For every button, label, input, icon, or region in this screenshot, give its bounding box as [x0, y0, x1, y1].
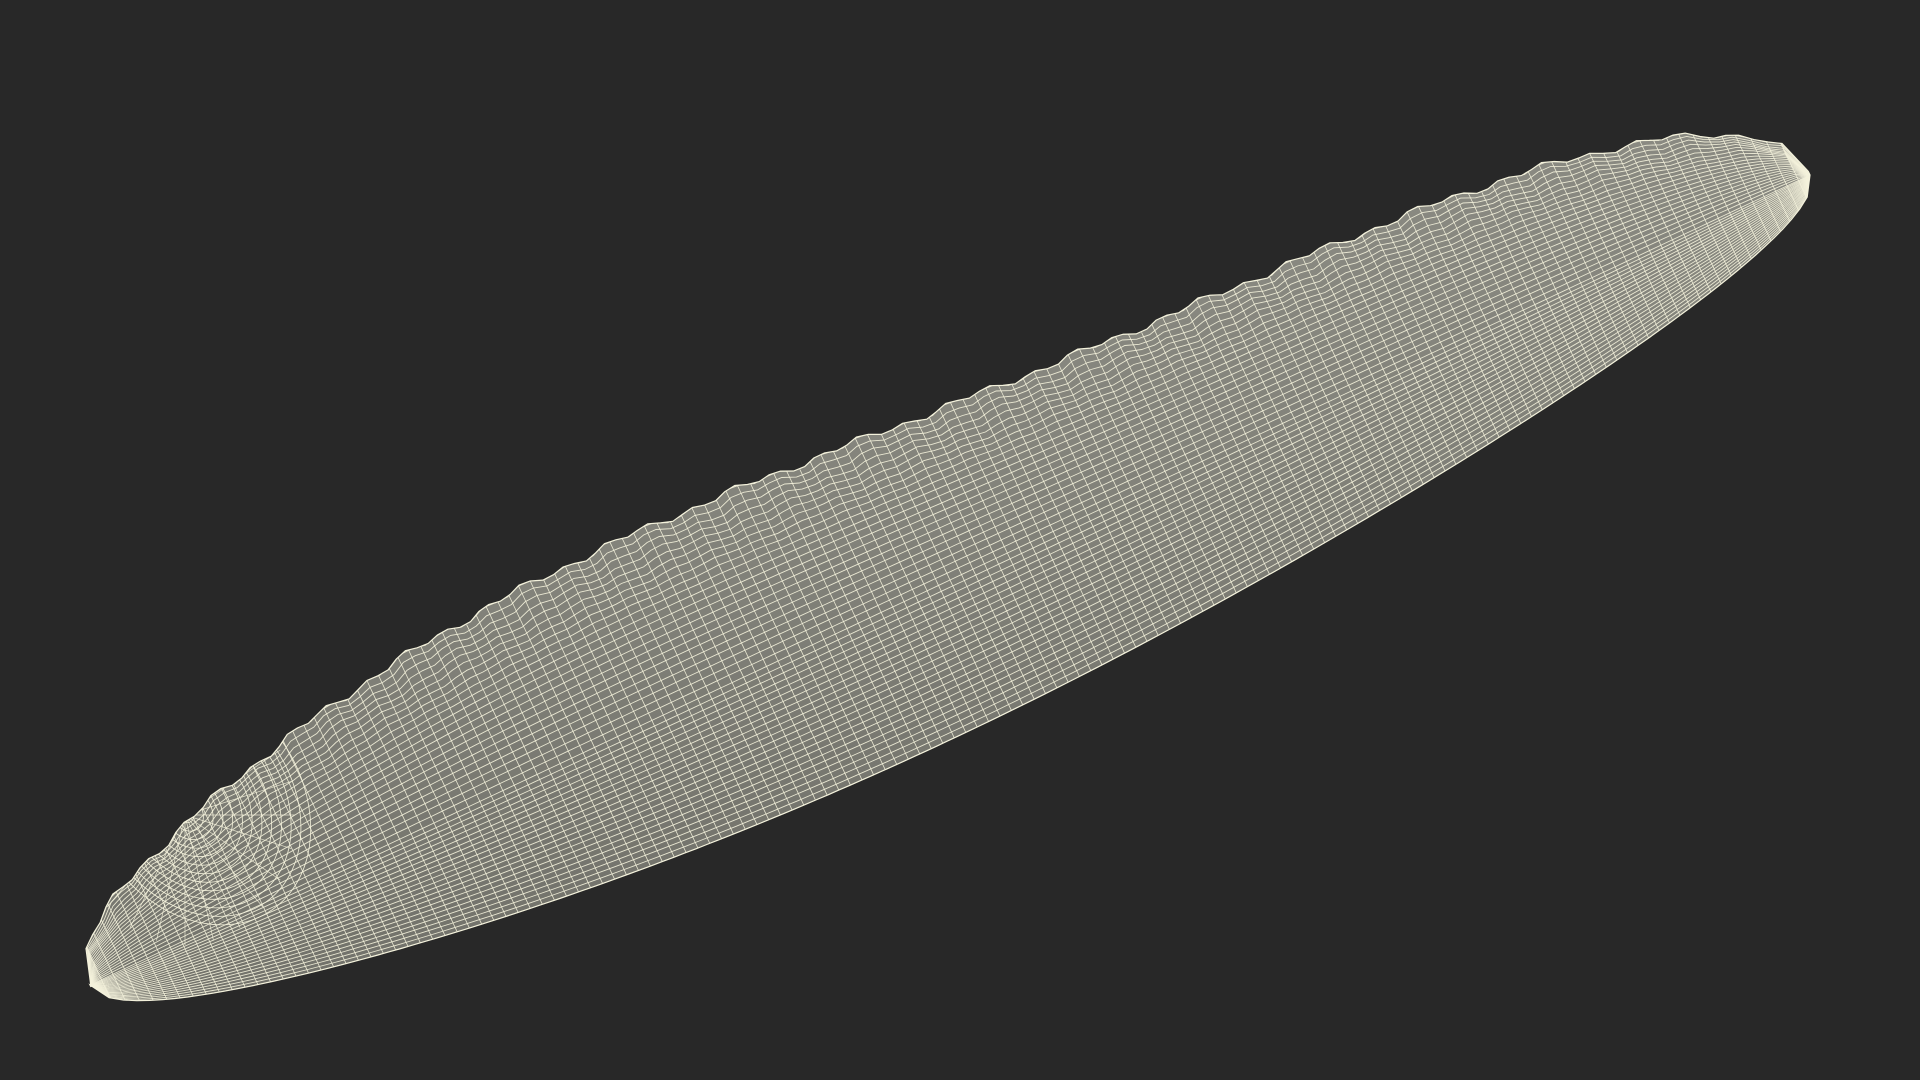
render-viewport: [0, 0, 1920, 1080]
wireframe-render: [0, 0, 1920, 1080]
